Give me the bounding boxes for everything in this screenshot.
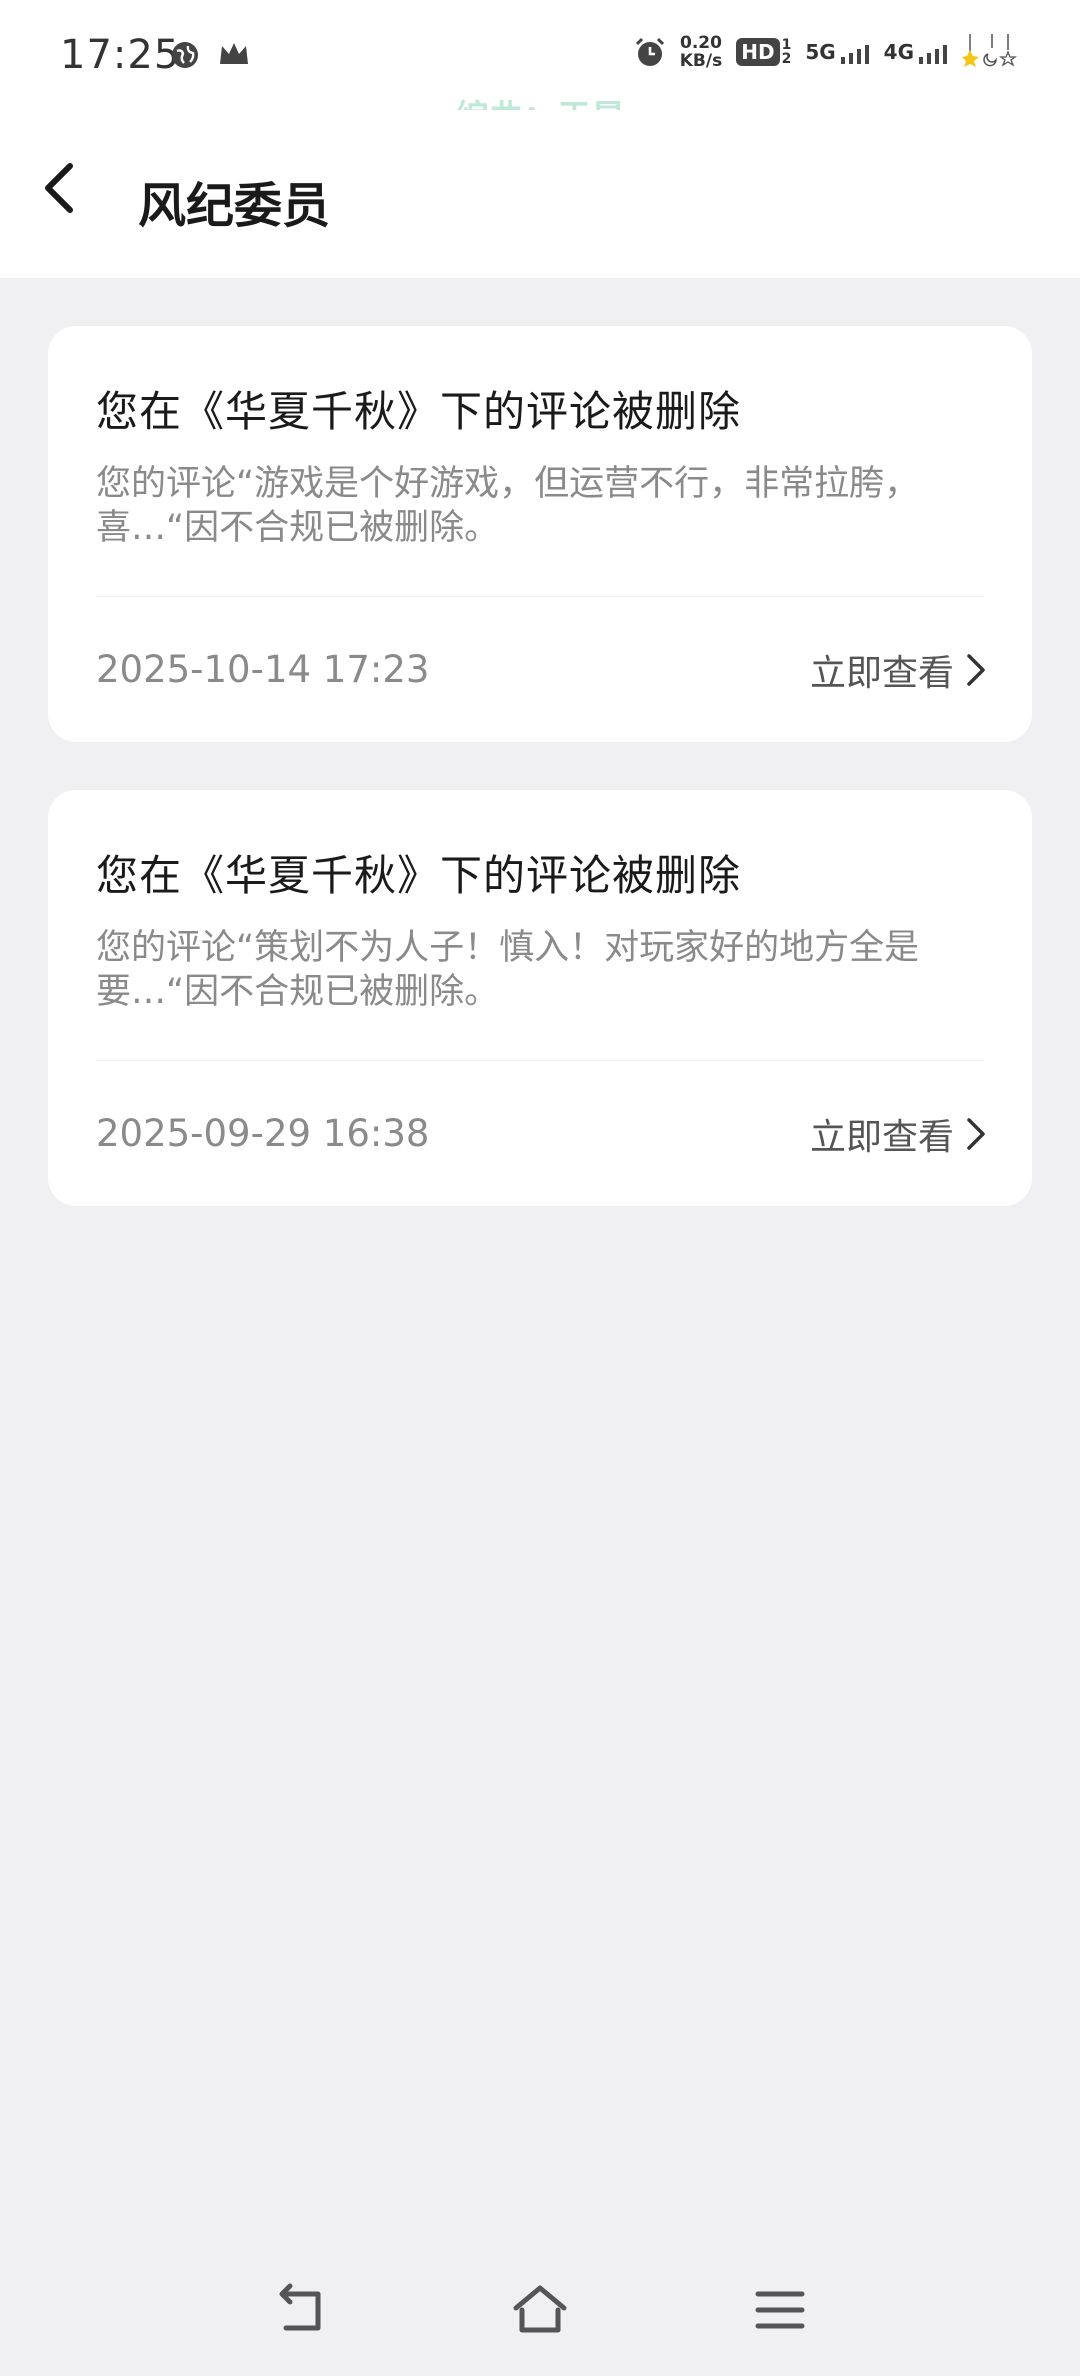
signal-5g-icon: 5G xyxy=(805,40,869,64)
view-now-button[interactable]: 立即查看 xyxy=(810,1108,988,1160)
notification-title: 您在《华夏千秋》下的评论被删除 xyxy=(96,851,742,900)
notification-body: 您的评论“策划不为人子！慎入！对玩家好的地方全是要…“因不合规已被删除。 xyxy=(96,928,920,1012)
notification-time: 2025-10-14 17:23 xyxy=(96,648,430,691)
page-title: 风纪委员 xyxy=(138,178,331,234)
chevron-left-icon xyxy=(45,163,73,213)
alarm-icon xyxy=(635,37,664,66)
view-now-button[interactable]: 立即查看 xyxy=(810,644,988,696)
view-now-label: 立即查看 xyxy=(809,1117,954,1158)
globe-icon xyxy=(172,42,198,68)
app-header: 风纪委员 xyxy=(0,110,1080,278)
status-time: 17:25 xyxy=(60,32,181,78)
nav-back-button[interactable] xyxy=(270,2280,330,2340)
back-button[interactable] xyxy=(40,158,100,238)
notification-card[interactable]: 您在《华夏千秋》下的评论被删除 您的评论“策划不为人子！慎入！对玩家好的地方全是… xyxy=(48,790,1032,1206)
signal-4g-icon: 4G xyxy=(884,40,948,64)
divider xyxy=(96,1060,984,1061)
crown-icon xyxy=(220,43,248,64)
hd-icon: HD 12 xyxy=(736,38,791,66)
nav-menu-button[interactable] xyxy=(750,2280,810,2340)
view-now-label: 立即查看 xyxy=(809,653,954,694)
notification-title: 您在《华夏千秋》下的评论被删除 xyxy=(96,387,742,436)
chevron-right-icon xyxy=(967,654,985,686)
chevron-right-icon xyxy=(967,1118,985,1150)
notification-time: 2025-09-29 16:38 xyxy=(96,1112,430,1155)
notification-body: 您的评论“游戏是个好游戏，但运营不行，非常拉胯，喜…“因不合规已被删除。 xyxy=(96,464,920,548)
notification-card[interactable]: 您在《华夏千秋》下的评论被删除 您的评论“游戏是个好游戏，但运营不行，非常拉胯，… xyxy=(48,326,1032,742)
nav-home-button[interactable] xyxy=(510,2280,570,2340)
divider xyxy=(96,596,984,597)
decoration-icon xyxy=(962,34,1017,67)
menu-icon xyxy=(755,2291,805,2329)
back-nav-icon xyxy=(279,2283,321,2331)
net-speed: 0.20 KB/s xyxy=(679,33,723,71)
system-nav-bar xyxy=(0,2240,1080,2376)
home-icon xyxy=(513,2285,567,2333)
